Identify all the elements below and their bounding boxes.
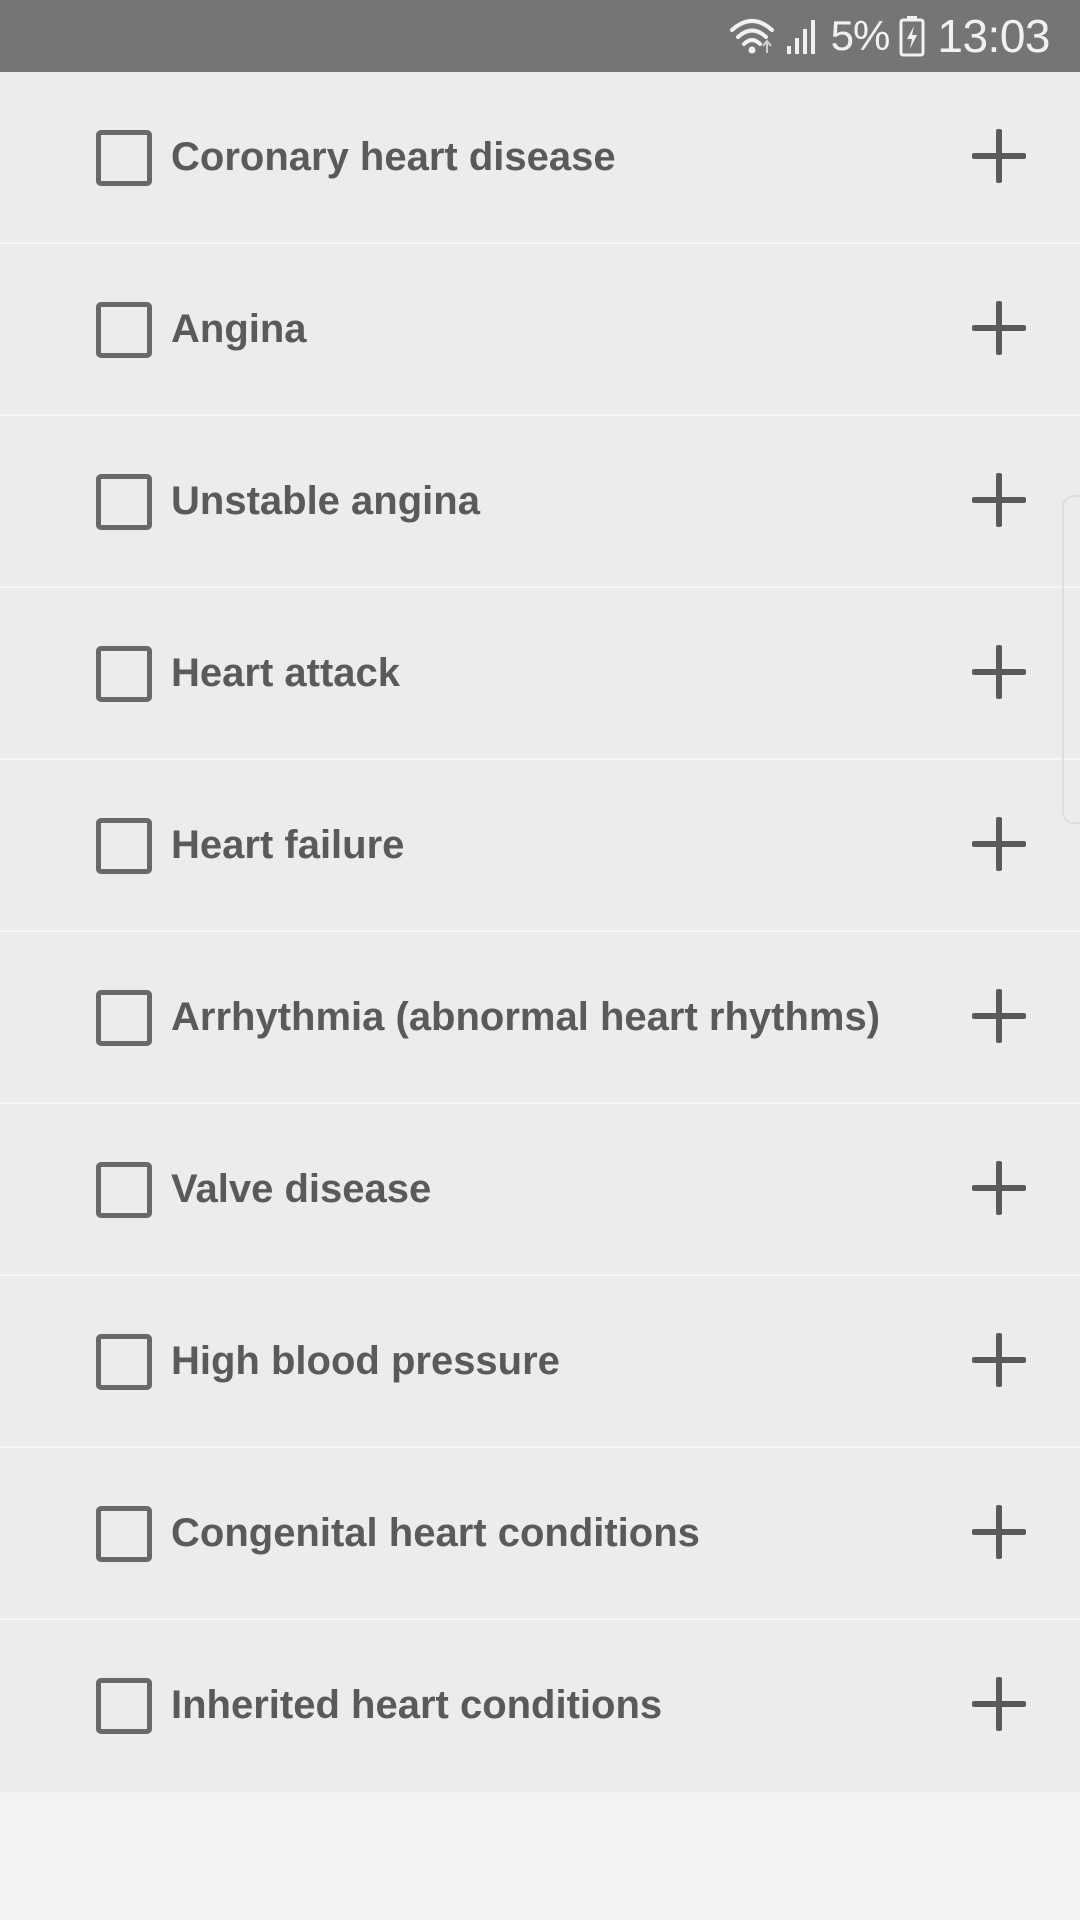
checkbox[interactable] (96, 818, 152, 874)
condition-label: Angina (171, 307, 307, 351)
battery-icon (899, 15, 925, 57)
condition-label: Heart attack (171, 651, 401, 695)
plus-icon[interactable] (972, 989, 1026, 1043)
signal-icon (785, 16, 821, 56)
condition-label: Congenital heart conditions (171, 1511, 700, 1555)
condition-label: Arrhythmia (abnormal heart rhythms) (171, 995, 881, 1039)
plus-icon[interactable] (972, 1333, 1026, 1387)
checkbox[interactable] (96, 1334, 152, 1390)
clock: 13:03 (937, 10, 1050, 62)
condition-label: Heart failure (171, 823, 405, 867)
plus-icon[interactable] (972, 1677, 1026, 1731)
wifi-icon (729, 16, 775, 56)
checkbox[interactable] (96, 474, 152, 530)
plus-icon[interactable] (972, 301, 1026, 355)
checkbox[interactable] (96, 646, 152, 702)
battery-percentage: 5% (830, 12, 891, 59)
condition-label: Valve disease (171, 1167, 432, 1211)
checkbox[interactable] (96, 1506, 152, 1562)
checkbox[interactable] (96, 302, 152, 358)
list-item[interactable]: Valve disease (0, 1104, 1080, 1276)
list-item[interactable]: Heart failure (0, 760, 1080, 932)
list-item[interactable]: High blood pressure (0, 1276, 1080, 1448)
plus-icon[interactable] (972, 817, 1026, 871)
condition-label: Inherited heart conditions (171, 1683, 663, 1727)
edge-panel-handle[interactable] (1062, 495, 1080, 824)
status-icons: 5% 13:03 (729, 0, 1050, 72)
plus-icon[interactable] (972, 645, 1026, 699)
list-item[interactable]: Inherited heart conditions (0, 1620, 1080, 1792)
list-item[interactable]: Heart attack (0, 588, 1080, 760)
checkbox[interactable] (96, 990, 152, 1046)
condition-label: Unstable angina (171, 479, 480, 523)
plus-icon[interactable] (972, 129, 1026, 183)
condition-list: Coronary heart disease Angina Unstable a… (0, 72, 1080, 1792)
condition-label: Coronary heart disease (171, 135, 616, 179)
list-item[interactable]: Angina (0, 244, 1080, 416)
status-bar: 5% 13:03 (0, 0, 1080, 72)
list-item[interactable]: Congenital heart conditions (0, 1448, 1080, 1620)
plus-icon[interactable] (972, 473, 1026, 527)
checkbox[interactable] (96, 130, 152, 186)
checkbox[interactable] (96, 1678, 152, 1734)
list-item[interactable]: Unstable angina (0, 416, 1080, 588)
checkbox[interactable] (96, 1162, 152, 1218)
condition-label: High blood pressure (171, 1339, 560, 1383)
plus-icon[interactable] (972, 1505, 1026, 1559)
plus-icon[interactable] (972, 1161, 1026, 1215)
list-item[interactable]: Arrhythmia (abnormal heart rhythms) (0, 932, 1080, 1104)
list-item[interactable]: Coronary heart disease (0, 72, 1080, 244)
